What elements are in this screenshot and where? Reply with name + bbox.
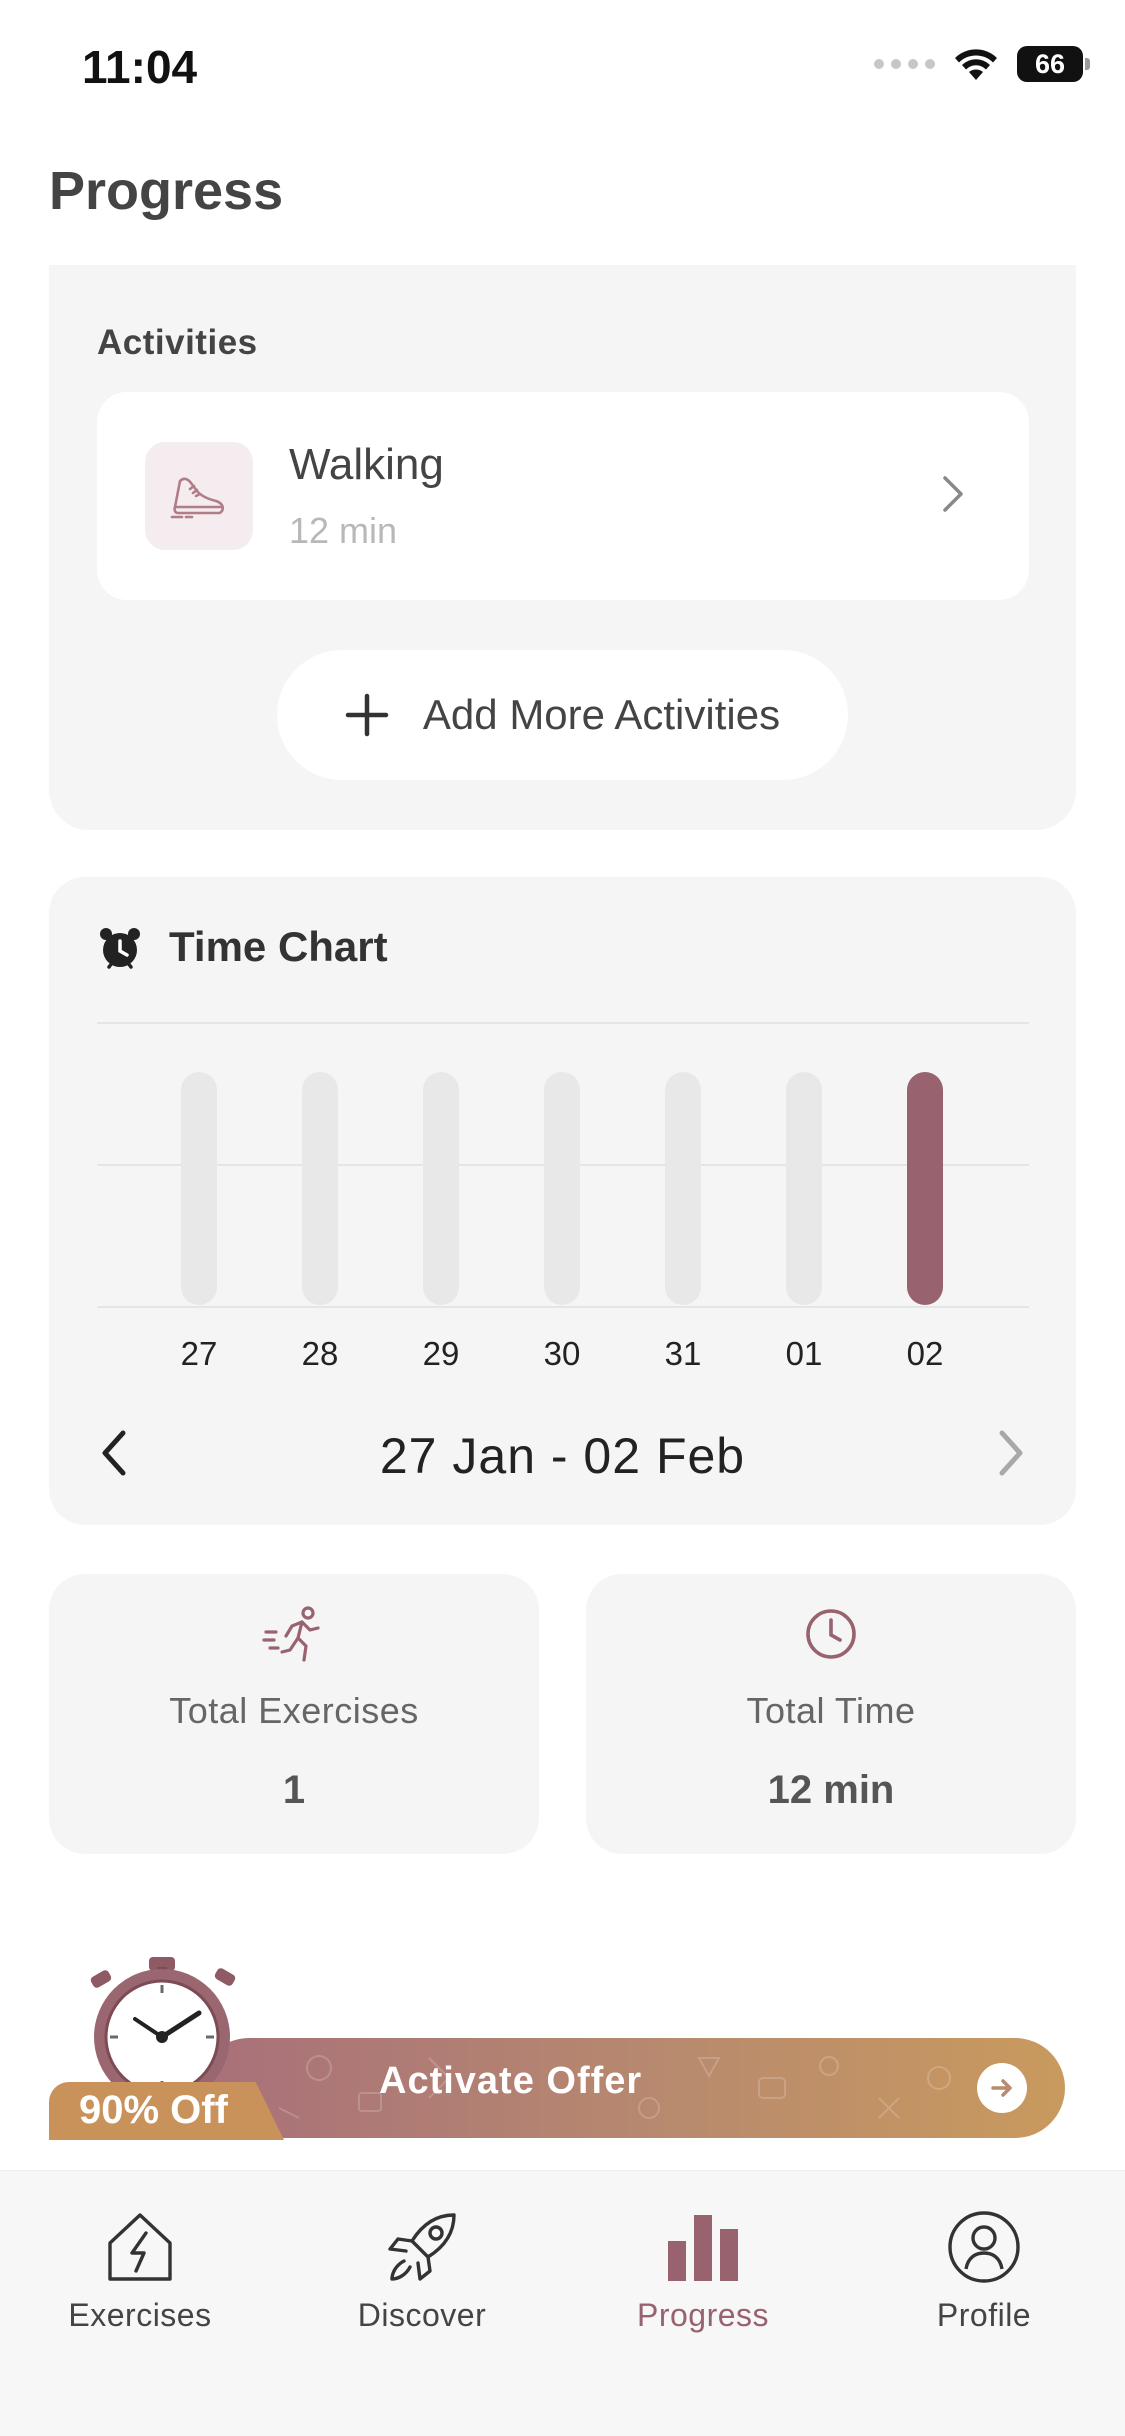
status-icons: 66 [874,46,1090,82]
date-range-label: 27 Jan - 02 Feb [379,1428,746,1484]
next-week-button[interactable] [996,1429,1026,1477]
total-exercises-card: Total Exercises 1 [49,1574,539,1854]
activity-item-walking[interactable]: Walking 12 min [97,392,1029,600]
rocket-icon [388,2213,456,2281]
total-time-card: Total Time 12 min [586,1574,1076,1854]
total-exercises-label: Total Exercises [169,1690,419,1731]
activities-heading: Activities [97,323,258,362]
page-title: Progress [49,161,284,221]
clock-icon [806,1609,856,1659]
add-more-activities-label: Add More Activities [422,691,781,738]
arrow-right-icon [977,2063,1027,2113]
cellular-signal-icon [874,59,935,69]
sneaker-icon [145,442,253,550]
chart-bar-track [665,1072,701,1305]
activity-duration: 12 min [289,510,398,551]
activate-offer-banner[interactable]: Activate Offer 90% Off [49,1955,1065,2140]
plus-icon [345,693,389,737]
chart-tick-label: 01 [786,1335,823,1372]
chart-bar-track [544,1072,580,1305]
tab-exercises-label: Exercises [68,2297,212,2333]
chart-tick-label: 27 [181,1335,218,1372]
activities-card: Activities Walking 12 min Add More Activ… [49,265,1076,830]
total-exercises-value: 1 [282,1768,306,1812]
discount-badge-text: 90% Off [79,2088,228,2132]
bar-chart-icon [668,2215,738,2281]
status-bar: 11:04 66 [0,0,1125,130]
activity-name: Walking [289,440,444,489]
total-time-value: 12 min [767,1768,895,1812]
status-time: 11:04 [82,41,198,93]
chart-bar-track [302,1072,338,1305]
discount-badge: 90% Off [49,2082,284,2140]
time-chart-card: Time Chart 27 28 29 30 31 01 02 27 Jan - 02 Fe… [49,877,1076,1525]
battery-indicator: 66 [1017,46,1090,82]
chart-tick-label: 28 [302,1335,339,1372]
chart-tick-label: 31 [665,1335,702,1372]
wifi-icon [955,49,997,80]
total-time-label: Total Time [746,1690,916,1731]
tab-exercises[interactable]: Exercises [40,2209,240,2339]
running-person-icon [262,1606,320,1662]
chevron-right-icon [943,476,963,512]
progress-screen: 11:04 66 Progress Activities Walking 12 … [0,0,1125,2436]
offer-strip: Activate Offer [199,2038,1065,2138]
activate-offer-label: Activate Offer [379,2060,643,2102]
chart-tick-label: 30 [544,1335,581,1372]
chart-bar-track [181,1072,217,1305]
chart-bar [907,1072,943,1305]
user-circle-icon [948,2211,1020,2283]
tab-progress[interactable]: Progress [603,2209,803,2339]
tab-discover-label: Discover [357,2297,487,2333]
tab-progress-label: Progress [636,2297,770,2333]
tab-discover[interactable]: Discover [322,2209,522,2339]
date-navigation: 27 Jan - 02 Feb [49,1417,1076,1497]
chart-tick-label: 02 [907,1335,944,1372]
chart-bar-track [786,1072,822,1305]
add-more-activities-button[interactable]: Add More Activities [277,650,848,780]
chart-tick-label: 29 [423,1335,460,1372]
lightning-house-icon [108,2213,172,2281]
tab-profile-label: Profile [936,2297,1032,2333]
chart-bar-track [423,1072,459,1305]
bottom-tab-bar: Exercises Discover Progress Profile [0,2170,1125,2436]
tab-profile[interactable]: Profile [884,2209,1084,2339]
time-chart: 27 28 29 30 31 01 02 [97,1022,1029,1372]
